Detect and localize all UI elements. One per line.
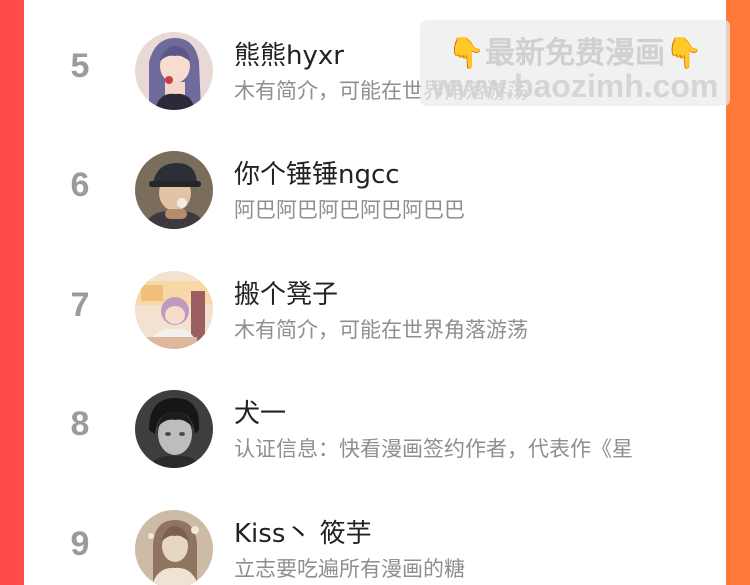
watermark-title: 👇最新免费漫画👇 bbox=[420, 28, 730, 72]
user-description: 认证信息：快看漫画签约作者，代表作《星 bbox=[234, 437, 633, 461]
user-ranking-list: 5 熊熊hyxr 木有简介，可能在世界角落游荡 6 你个锤锤ngcc 阿巴阿巴阿… bbox=[24, 0, 730, 585]
avatar[interactable] bbox=[135, 32, 213, 110]
user-name[interactable]: 熊熊hyxr bbox=[234, 35, 344, 72]
monochrome-portrait-avatar-icon bbox=[135, 390, 213, 468]
watermark-banner: 👇最新免费漫画👇 www.baozimh.com bbox=[420, 20, 730, 106]
avatar[interactable] bbox=[135, 271, 213, 349]
user-description: 立志要吃遍所有漫画的糖 bbox=[234, 557, 465, 581]
watermark-title-text: 最新免费漫画 bbox=[485, 36, 665, 71]
pointing-hand-icon: 👇 bbox=[665, 36, 703, 71]
rank-number: 8 bbox=[70, 405, 90, 443]
avatar[interactable] bbox=[135, 390, 213, 468]
user-name[interactable]: Kiss丶 筱芋 bbox=[234, 513, 372, 550]
sepia-girl-avatar-icon bbox=[135, 510, 213, 585]
boy-with-cap-avatar-icon bbox=[135, 151, 213, 229]
list-item[interactable]: 8 犬一 认证信息：快看漫画签约作者，代表作《星 bbox=[24, 363, 726, 483]
rank-number: 6 bbox=[70, 166, 90, 204]
anime-girl-avatar-icon bbox=[135, 32, 213, 110]
cartoon-room-avatar-icon bbox=[135, 271, 213, 349]
user-name[interactable]: 搬个凳子 bbox=[234, 274, 338, 311]
avatar[interactable] bbox=[135, 510, 213, 585]
pointing-hand-icon: 👇 bbox=[447, 36, 485, 71]
user-name[interactable]: 犬一 bbox=[234, 393, 286, 430]
user-description: 阿巴阿巴阿巴阿巴阿巴巴 bbox=[234, 198, 465, 222]
rank-number: 9 bbox=[70, 525, 90, 563]
list-item[interactable]: 7 搬个凳子 木有简介，可能在世界角落游荡 bbox=[24, 244, 726, 364]
list-item[interactable]: 6 你个锤锤ngcc 阿巴阿巴阿巴阿巴阿巴巴 bbox=[24, 124, 726, 244]
watermark-url: www.baozimh.com bbox=[431, 68, 719, 104]
rank-number: 5 bbox=[70, 47, 90, 85]
user-name[interactable]: 你个锤锤ngcc bbox=[234, 154, 400, 191]
user-description: 木有简介，可能在世界角落游荡 bbox=[234, 318, 528, 342]
avatar[interactable] bbox=[135, 151, 213, 229]
list-item[interactable]: 9 Kiss丶 筱芋 立志要吃遍所有漫画的糖 bbox=[24, 483, 726, 585]
rank-number: 7 bbox=[70, 286, 90, 324]
